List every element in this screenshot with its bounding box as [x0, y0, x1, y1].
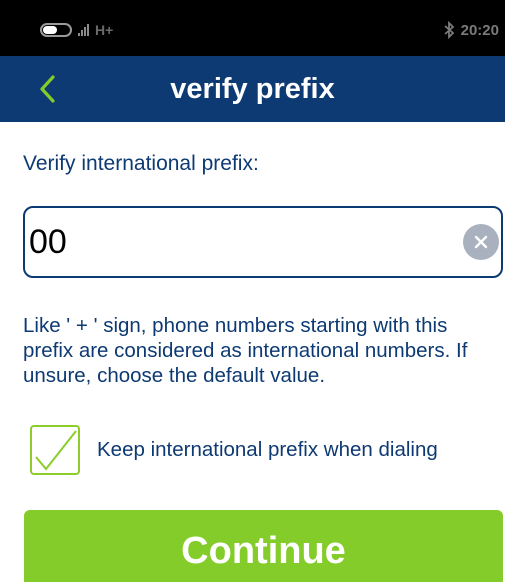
signal-icon	[78, 24, 89, 36]
page-title: verify prefix	[170, 73, 335, 105]
status-time: 20:20	[460, 21, 499, 39]
clear-button[interactable]	[463, 224, 499, 260]
nav-header: verify prefix	[0, 56, 505, 122]
keep-prefix-label: Keep international prefix when dialing	[97, 438, 438, 461]
status-left: H+	[40, 20, 113, 40]
keep-prefix-row[interactable]: Keep international prefix when dialing	[30, 424, 438, 476]
keep-prefix-checkbox[interactable]	[30, 425, 80, 475]
help-text: Like ' + ' sign, phone numbers starting …	[23, 314, 468, 387]
close-icon	[474, 235, 488, 249]
status-right: 20:20	[443, 20, 499, 40]
continue-button[interactable]: Continue	[24, 510, 503, 582]
chevron-left-icon	[40, 75, 55, 103]
verify-prefix-screen: H+ 20:20 verify prefix Verify internatio…	[0, 0, 505, 582]
prefix-label: Verify international prefix:	[23, 152, 259, 175]
prefix-input[interactable]	[29, 208, 449, 276]
status-bar: H+ 20:20	[0, 0, 505, 56]
toggle-icon	[40, 23, 72, 37]
checkmark-icon	[35, 430, 77, 471]
bluetooth-icon	[444, 21, 454, 39]
back-button[interactable]	[30, 72, 64, 106]
network-type: H+	[95, 22, 114, 38]
prefix-input-field	[23, 206, 503, 278]
